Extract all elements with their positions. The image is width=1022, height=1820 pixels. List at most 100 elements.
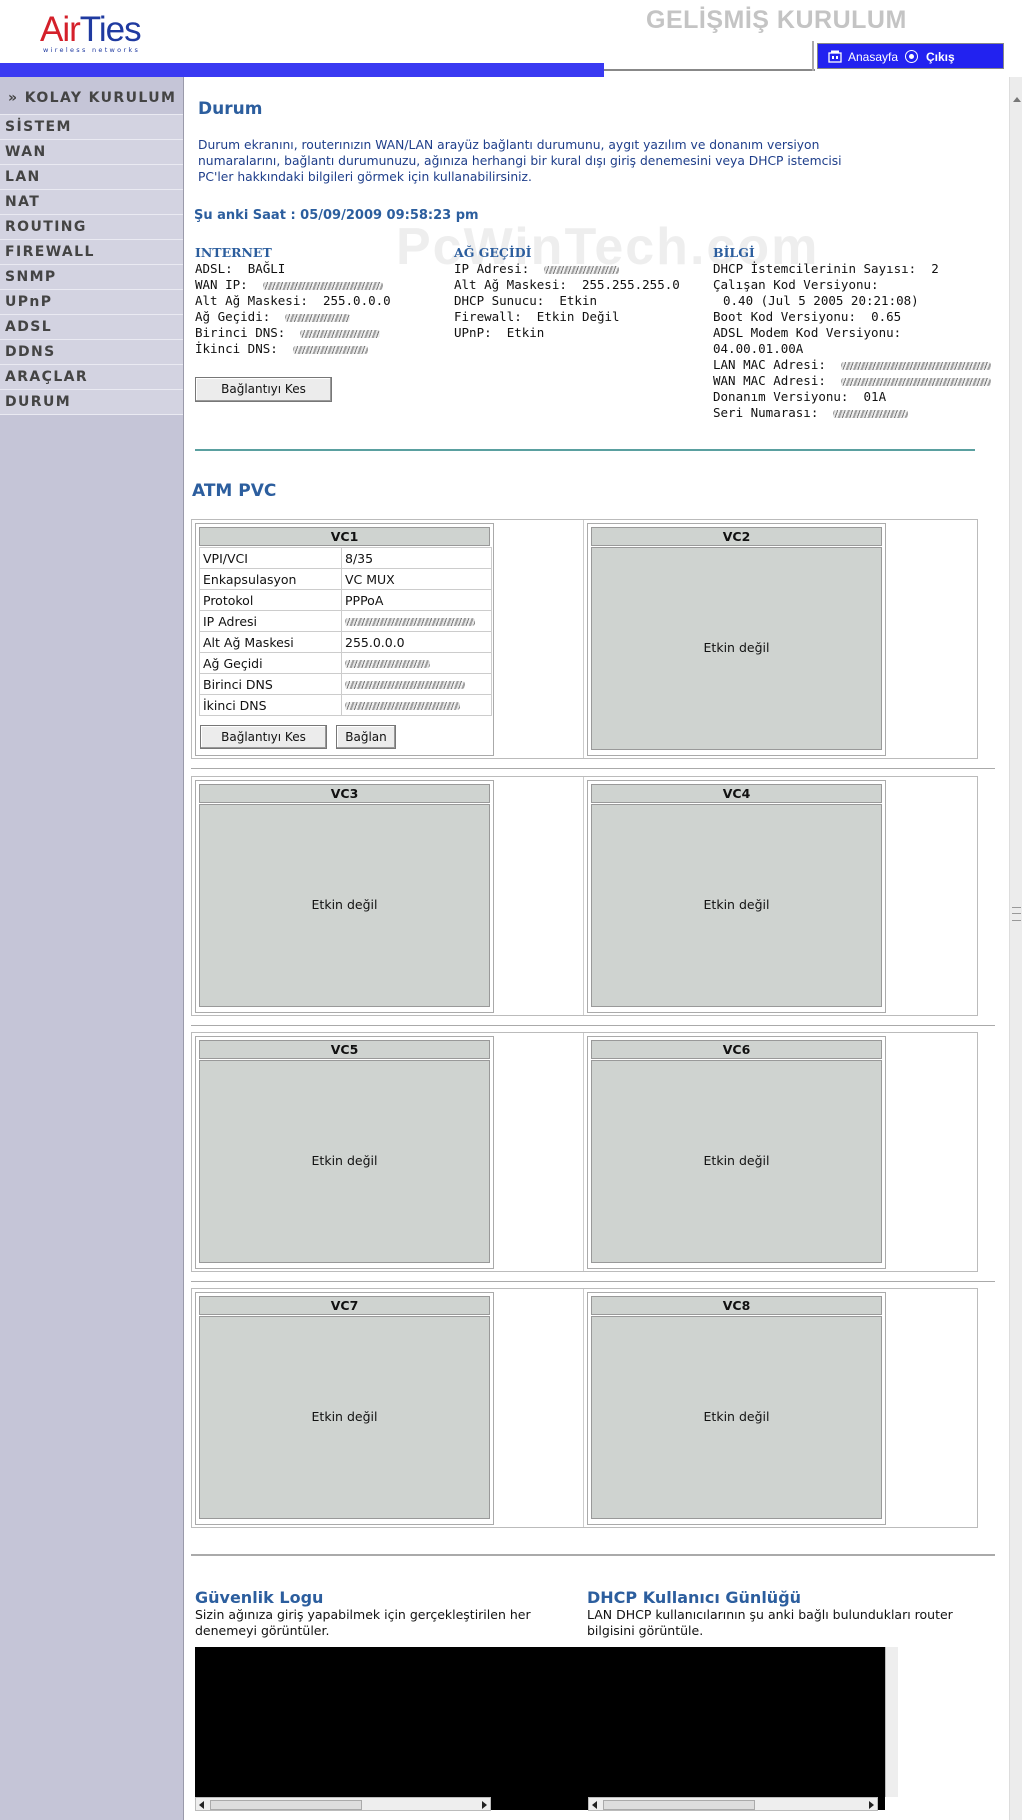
vc1-value: 255.0.0.0 [341, 631, 492, 653]
home-link[interactable]: Anasayfa [848, 50, 898, 64]
upnp-label: UPnP: [454, 325, 492, 340]
vc3-title: VC3 [199, 784, 490, 803]
vc6-title: VC6 [591, 1040, 882, 1059]
vc2-panel: VC2 Etkin değil [587, 523, 886, 756]
redacted-value [345, 618, 475, 626]
vc1-key: İkinci DNS [199, 694, 342, 716]
table-row: Ağ Geçidi [199, 652, 492, 674]
disconnect-button[interactable]: Bağlantıyı Kes [195, 377, 332, 402]
vc1-disconnect-button[interactable]: Bağlantıyı Kes [200, 725, 327, 749]
vc1-key: Ağ Geçidi [199, 652, 342, 674]
dns1-label: Birinci DNS: [195, 325, 286, 340]
vc2-title: VC2 [591, 527, 882, 546]
boot-code-label: Boot Kod Versiyonu: [713, 309, 856, 324]
vc1-connect-button[interactable]: Bağlan [336, 725, 396, 749]
redacted-value [345, 702, 460, 710]
dhcp-log-vscroll[interactable] [885, 1647, 898, 1797]
vc-row-divider [583, 1289, 584, 1527]
sidebar-item-ddns[interactable]: DDNS [0, 340, 183, 365]
firewall-label: Firewall: [454, 309, 522, 324]
gw-subnet-label: Alt Ağ Maskesi: [454, 277, 567, 292]
internet-title: INTERNET [195, 245, 272, 260]
header-accent-bar [0, 63, 604, 77]
sidebar-item-lan[interactable]: LAN [0, 165, 183, 190]
vc-row-2: VC3 Etkin değil VC4 Etkin değil [191, 776, 978, 1016]
serial-redacted [833, 409, 909, 418]
sidebar-item-adsl[interactable]: ADSL [0, 315, 183, 340]
exit-link[interactable]: Çıkış [926, 50, 955, 64]
scroll-right-icon[interactable] [869, 1801, 874, 1809]
gw-ip-label: IP Adresi: [454, 261, 530, 276]
vc-row-1: VC1 VPI/VCI 8/35 Enkapsulasyon VC MUX Prot… [191, 519, 978, 759]
vc1-value-redacted [341, 694, 492, 716]
vc4-title: VC4 [591, 784, 882, 803]
scroll-left-icon[interactable] [199, 1801, 204, 1809]
scroll-grip-icon[interactable] [1012, 907, 1021, 921]
vc1-key: IP Adresi [199, 610, 342, 632]
subnet-label: Alt Ağ Maskesi: [195, 293, 308, 308]
sidebar-item-wan[interactable]: WAN [0, 140, 183, 165]
row-separator [191, 1025, 995, 1026]
sidebar-item-sistem[interactable]: SİSTEM [0, 115, 183, 140]
page-scrollbar[interactable] [1009, 77, 1022, 1820]
sidebar-item-kolay-kurulum[interactable]: » KOLAY KURULUM [0, 77, 183, 115]
vc8-panel: VC8 Etkin değil [587, 1292, 886, 1525]
wan-ip-label: WAN IP: [195, 277, 248, 292]
airties-logo: AirTies wireless networks [40, 12, 150, 62]
top-nav: Anasayfa Çıkış [817, 43, 1004, 69]
home-icon[interactable] [828, 50, 842, 63]
atm-pvc-title: ATM PVC [192, 481, 277, 501]
security-log-hscroll[interactable] [195, 1797, 491, 1811]
vc8-title: VC8 [591, 1296, 882, 1315]
page-title: Durum [198, 99, 263, 119]
sidebar-item-upnp[interactable]: UPnP [0, 290, 183, 315]
sidebar-item-snmp[interactable]: SNMP [0, 265, 183, 290]
log-textarea[interactable] [195, 1647, 885, 1810]
sidebar-item-araclar[interactable]: ARAÇLAR [0, 365, 183, 390]
adsl-label: ADSL: [195, 261, 233, 276]
exit-icon[interactable] [905, 50, 918, 63]
internet-column: INTERNET ADSL: BAĞLI WAN IP: Alt Ağ Mask… [195, 245, 391, 357]
boot-code-value: 0.65 [871, 309, 902, 324]
vc1-table: VPI/VCI 8/35 Enkapsulasyon VC MUX Protokol… [199, 547, 492, 716]
vc1-key: Protokol [199, 589, 342, 611]
table-row: Protokol PPPoA [199, 589, 492, 611]
vc-row-divider [583, 777, 584, 1015]
sidebar-item-firewall[interactable]: FIREWALL [0, 240, 183, 265]
table-row: Alt Ağ Maskesi 255.0.0.0 [199, 631, 492, 653]
dns1-redacted [300, 329, 381, 338]
scroll-right-icon[interactable] [482, 1801, 487, 1809]
scroll-up-icon[interactable] [1010, 95, 1022, 105]
sidebar-item-durum[interactable]: DURUM [0, 390, 183, 415]
scroll-thumb[interactable] [603, 1800, 755, 1810]
vc1-value: VC MUX [341, 568, 492, 590]
adsl-modem-value: 04.00.01.00A [713, 341, 804, 356]
table-row: Enkapsulasyon VC MUX [199, 568, 492, 590]
vc1-panel: VC1 VPI/VCI 8/35 Enkapsulasyon VC MUX Prot… [195, 523, 494, 756]
dns2-label: İkinci DNS: [195, 341, 278, 356]
row-separator [191, 768, 995, 769]
vc1-key: Alt Ağ Maskesi [199, 631, 342, 653]
dhcp-clients-value: 2 [931, 261, 939, 276]
security-log-title: Güvenlik Logu [195, 1588, 324, 1607]
subnet-value: 255.0.0.0 [322, 293, 391, 308]
vc1-key: Birinci DNS [199, 673, 342, 695]
dhcp-log-hscroll[interactable] [588, 1797, 878, 1811]
vc1-key: VPI/VCI [199, 547, 342, 569]
redacted-value [345, 681, 465, 689]
dhcp-server-value: Etkin [559, 293, 598, 308]
wan-mac-redacted [840, 377, 991, 386]
gw-ip-redacted [544, 265, 620, 274]
vc1-value: 8/35 [341, 547, 492, 569]
table-row: Birinci DNS [199, 673, 492, 695]
vc1-key: Enkapsulasyon [199, 568, 342, 590]
scroll-thumb[interactable] [210, 1800, 362, 1810]
vc5-title: VC5 [199, 1040, 490, 1059]
sidebar-item-routing[interactable]: ROUTING [0, 215, 183, 240]
dns2-redacted [292, 345, 368, 354]
wan-ip-redacted [262, 281, 383, 290]
sidebar-item-nat[interactable]: NAT [0, 190, 183, 215]
adsl-modem-label: ADSL Modem Kod Versiyonu: [713, 325, 902, 340]
scroll-left-icon[interactable] [592, 1801, 597, 1809]
section-divider [195, 449, 975, 451]
